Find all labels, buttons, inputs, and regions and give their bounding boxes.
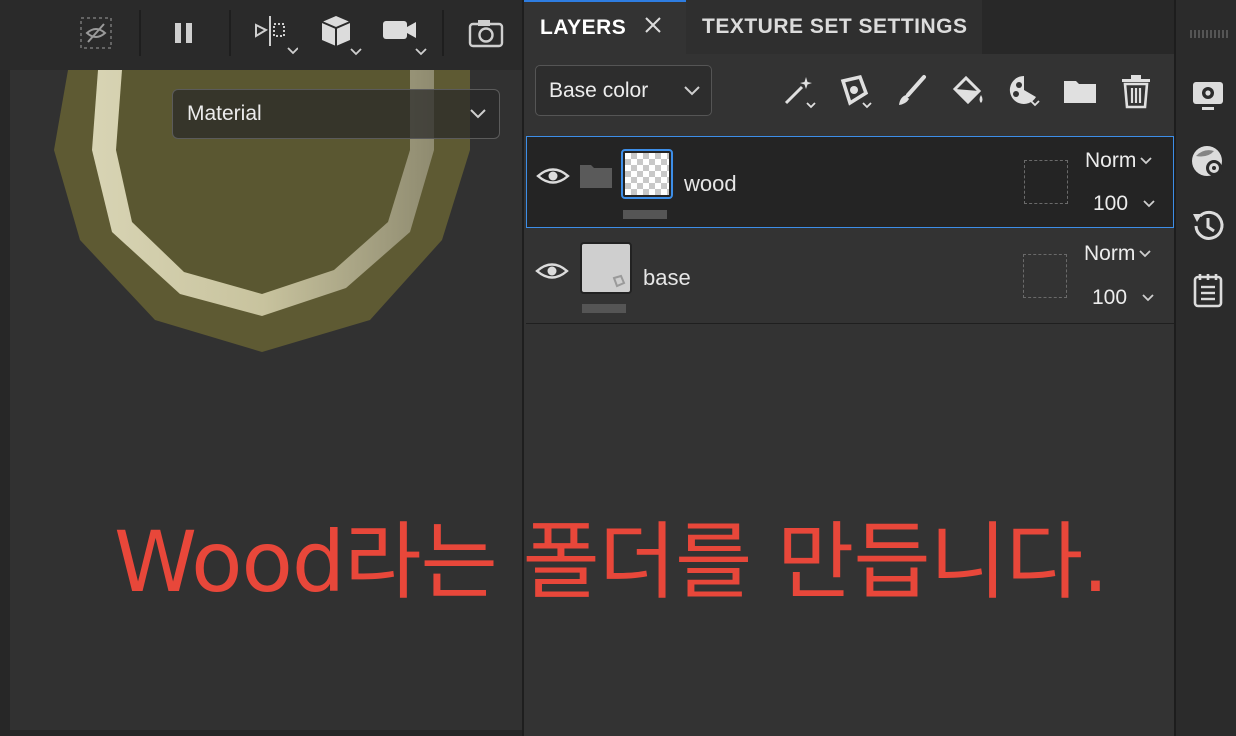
opacity-value: 100 [1092, 286, 1128, 309]
close-icon[interactable] [644, 16, 662, 40]
material-mode-select[interactable]: Material [172, 89, 500, 139]
mask-slot[interactable] [1023, 254, 1067, 298]
material-mode-value: Material [187, 102, 262, 125]
chevron-down-icon [469, 102, 487, 126]
layer-name-wood: wood [684, 171, 737, 196]
tab-texture-set-settings-label: TEXTURE SET SETTINGS [702, 15, 968, 38]
tutorial-caption: Wood라는 폴더를 만듭니다. [114, 513, 1109, 611]
thumbnail-bar [623, 210, 667, 219]
toolbar-separator [229, 10, 231, 56]
toolbar-separator [139, 10, 141, 56]
history-icon[interactable] [1190, 208, 1226, 244]
paint-brush-icon[interactable] [894, 72, 930, 110]
layer-thumbnail-base[interactable] [580, 242, 632, 294]
folder-icon[interactable] [1062, 72, 1098, 110]
chevron-down-icon [1142, 294, 1154, 302]
layer-row-wood[interactable]: wood Norm 100 [526, 136, 1174, 228]
cube-icon[interactable] [318, 12, 366, 56]
chevron-down-icon [1139, 250, 1151, 258]
mask-slot[interactable] [1024, 160, 1068, 204]
fill-layer-icon[interactable] [838, 72, 874, 110]
hide-icon[interactable] [78, 12, 114, 54]
camera-video-icon[interactable] [380, 12, 432, 56]
opacity-value: 100 [1093, 192, 1129, 215]
transparent-checker [625, 153, 669, 195]
pause-icon[interactable] [166, 12, 202, 54]
generator-icon[interactable] [1006, 72, 1042, 110]
magic-wand-icon[interactable] [782, 72, 818, 110]
paint-bucket-icon[interactable] [950, 72, 986, 110]
3d-viewport[interactable]: Material [0, 0, 522, 736]
right-dock [1174, 0, 1236, 736]
chevron-down-icon [1140, 157, 1152, 165]
layer-row-base[interactable]: base Norm 100 [526, 230, 1174, 324]
dock-grip-handle[interactable] [1190, 30, 1230, 38]
tab-layers[interactable]: LAYERS [524, 0, 686, 54]
layer-thumbnail-wood[interactable] [621, 149, 673, 199]
trash-icon[interactable] [1118, 72, 1154, 110]
eye-icon[interactable] [535, 259, 569, 283]
thumbnail-bar [582, 304, 626, 313]
toolbar-separator [442, 10, 444, 56]
tab-layers-label: LAYERS [540, 16, 627, 39]
viewport-bottom-edge [0, 730, 522, 736]
blend-mode-value: Norm [1085, 149, 1137, 172]
viewport-toolbar [0, 0, 522, 70]
channel-select-value: Base color [549, 78, 649, 102]
settings-display-icon[interactable] [1190, 78, 1226, 114]
screenshot-camera-icon[interactable] [466, 12, 506, 54]
opacity-select[interactable]: 100 [1093, 192, 1156, 216]
chevron-down-icon [1143, 200, 1155, 208]
symmetry-icon[interactable] [252, 12, 298, 55]
layers-panel: LAYERS TEXTURE SET SETTINGS Base color w… [522, 0, 1174, 736]
tab-texture-set-settings[interactable]: TEXTURE SET SETTINGS [686, 0, 982, 54]
blend-mode-select[interactable]: Norm [1085, 149, 1153, 173]
log-icon[interactable] [1190, 272, 1226, 308]
shader-settings-icon[interactable] [1190, 144, 1226, 180]
channel-select[interactable]: Base color [535, 65, 712, 116]
panel-tabbar: LAYERS TEXTURE SET SETTINGS [524, 0, 1174, 54]
layer-name-base: base [643, 265, 691, 290]
blend-mode-select[interactable]: Norm [1084, 242, 1152, 266]
fill-layer-icon [612, 274, 626, 288]
blend-mode-value: Norm [1084, 242, 1136, 265]
eye-icon[interactable] [536, 164, 570, 188]
folder-icon [579, 163, 613, 194]
opacity-select[interactable]: 100 [1092, 286, 1155, 310]
chevron-down-icon [683, 79, 701, 103]
